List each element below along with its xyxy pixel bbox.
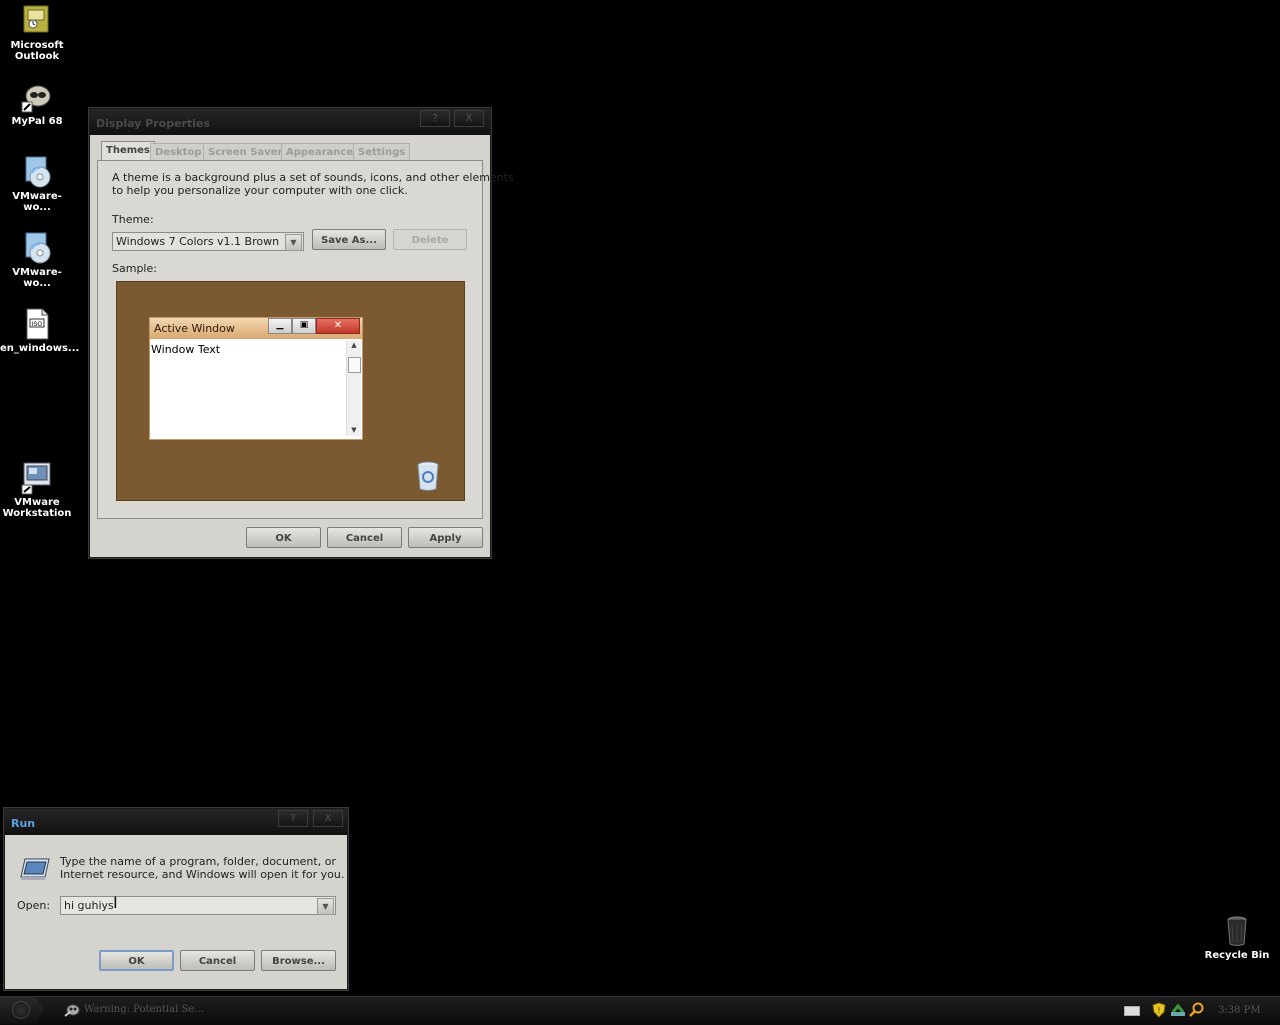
- tab-themes[interactable]: Themes: [101, 141, 155, 162]
- recycle-bin-icon: [1220, 914, 1254, 948]
- cancel-button[interactable]: Cancel: [327, 527, 402, 548]
- installer-cd-icon: [20, 155, 54, 189]
- window-title: Run: [11, 817, 36, 830]
- sample-recycle-bin-icon: [415, 460, 441, 495]
- help-button[interactable]: ?: [420, 110, 450, 127]
- vmware-workstation-icon: [20, 461, 54, 495]
- minimize-icon: ▁: [268, 318, 292, 334]
- scroll-up-icon: ▲: [351, 341, 357, 349]
- search-icon[interactable]: [1188, 1002, 1204, 1021]
- keyboard-icon[interactable]: [1124, 1006, 1140, 1016]
- sample-active-window: Active Window ▁ ▣ ✕ Window Text ▲ ▼: [149, 317, 363, 440]
- tab-settings[interactable]: Settings: [353, 143, 411, 161]
- browse-button[interactable]: Browse...: [261, 950, 336, 971]
- svg-text:ISO: ISO: [32, 321, 43, 328]
- close-button[interactable]: X: [454, 110, 484, 127]
- text-cursor-icon: I: [113, 893, 118, 912]
- run-description-line2: Internet resource, and Windows will open…: [60, 868, 345, 881]
- theme-select[interactable]: Windows 7 Colors v1.1 Brown ▼: [112, 232, 304, 251]
- desktop-icon-en-windows[interactable]: ISO en_windows...: [0, 307, 80, 354]
- taskbar-task-button[interactable]: Warning: Potential Se...: [60, 1000, 240, 1021]
- desktop-icon-recycle-bin[interactable]: Recycle Bin: [1200, 914, 1274, 961]
- sample-label: Sample:: [112, 262, 157, 275]
- sample-window-text: Window Text: [151, 343, 221, 356]
- desktop-icon-outlook[interactable]: Microsoft Outlook: [0, 4, 74, 62]
- desktop-icon-mypal[interactable]: MyPal 68: [0, 80, 74, 127]
- system-tray: ! 3:38 PM: [1118, 1000, 1278, 1022]
- mypal-icon: [20, 80, 54, 114]
- themes-description-line1: A theme is a background plus a set of so…: [112, 171, 514, 184]
- tab-appearance[interactable]: Appearance: [281, 143, 359, 161]
- scroll-thumb: [348, 357, 361, 373]
- close-button[interactable]: X: [313, 810, 343, 827]
- sample-scrollbar: ▲ ▼: [346, 341, 361, 436]
- shield-icon[interactable]: !: [1152, 1002, 1166, 1021]
- title-bar[interactable]: Display Properties ? X: [90, 109, 490, 135]
- desktop-icon-label: Outlook: [14, 51, 60, 62]
- save-as-button[interactable]: Save As...: [312, 229, 386, 250]
- start-button[interactable]: [0, 997, 44, 1024]
- run-program-icon: [19, 857, 51, 884]
- warning-app-icon: [64, 1002, 80, 1018]
- maximize-icon: ▣: [292, 318, 316, 334]
- sample-window-title: Active Window: [154, 322, 235, 335]
- theme-select-value: Windows 7 Colors v1.1 Brown: [116, 235, 280, 248]
- title-bar[interactable]: Run ? X: [5, 809, 347, 835]
- desktop-icon-vmware-1[interactable]: VMware-wo...: [0, 155, 74, 213]
- desktop-icon-label: Workstation: [2, 508, 72, 519]
- open-label: Open:: [17, 899, 51, 912]
- display-properties-window: Display Properties ? X Themes Desktop Sc…: [89, 108, 514, 558]
- network-icon[interactable]: [1170, 1002, 1186, 1021]
- chevron-down-icon[interactable]: ▼: [285, 234, 302, 251]
- scroll-down-icon: ▼: [351, 426, 357, 434]
- help-button[interactable]: ?: [278, 810, 308, 827]
- svg-text:!: !: [1157, 1006, 1160, 1015]
- sample-window-titlebar: Active Window ▁ ▣ ✕: [150, 318, 362, 339]
- run-dialog: Run ? X Type the name of a program, fold…: [4, 808, 348, 990]
- ok-button[interactable]: OK: [99, 950, 174, 971]
- delete-button[interactable]: Delete: [393, 229, 467, 250]
- taskbar: Warning: Potential Se... ! 3:38 PM: [0, 996, 1280, 1025]
- installer-cd-icon: [20, 231, 54, 265]
- outlook-icon: [20, 4, 54, 38]
- taskbar-task-label: Warning: Potential Se...: [84, 1004, 204, 1015]
- close-icon: ✕: [316, 318, 360, 334]
- iso-file-icon: ISO: [20, 307, 54, 341]
- desktop-icon-vmware-workstation[interactable]: VMware Workstation: [0, 461, 74, 519]
- desktop-icon-label: en_windows...: [0, 343, 80, 354]
- theme-label: Theme:: [112, 213, 154, 226]
- desktop-icon-label: VMware: [14, 497, 60, 508]
- open-input-value: hi guhiys: [64, 899, 114, 912]
- themes-description-line2: to help you personalize your computer wi…: [112, 184, 408, 197]
- clock[interactable]: 3:38 PM: [1218, 1005, 1261, 1016]
- desktop-icon-label: Microsoft: [10, 40, 64, 51]
- cancel-button[interactable]: Cancel: [180, 950, 255, 971]
- open-input[interactable]: hi guhiys I ▼: [60, 893, 336, 915]
- desktop-icon-label: VMware-wo...: [12, 191, 62, 213]
- ok-button[interactable]: OK: [246, 527, 321, 548]
- desktop-icon-label: Recycle Bin: [1204, 950, 1270, 961]
- sample-preview: Active Window ▁ ▣ ✕ Window Text ▲ ▼: [116, 281, 465, 501]
- run-description-line1: Type the name of a program, folder, docu…: [60, 855, 336, 868]
- chevron-down-icon[interactable]: ▼: [317, 898, 334, 915]
- start-orb-icon: [12, 1001, 30, 1019]
- window-title: Display Properties: [96, 117, 211, 130]
- desktop-icon-vmware-2[interactable]: VMware-wo...: [0, 231, 74, 289]
- tab-desktop[interactable]: Desktop: [150, 143, 207, 161]
- desktop-icon-label: MyPal 68: [11, 116, 63, 127]
- desktop-icon-label: VMware-wo...: [12, 267, 62, 289]
- tab-screen-saver[interactable]: Screen Saver: [203, 143, 288, 161]
- themes-tab-panel: A theme is a background plus a set of so…: [97, 160, 514, 519]
- apply-button[interactable]: Apply: [408, 527, 483, 548]
